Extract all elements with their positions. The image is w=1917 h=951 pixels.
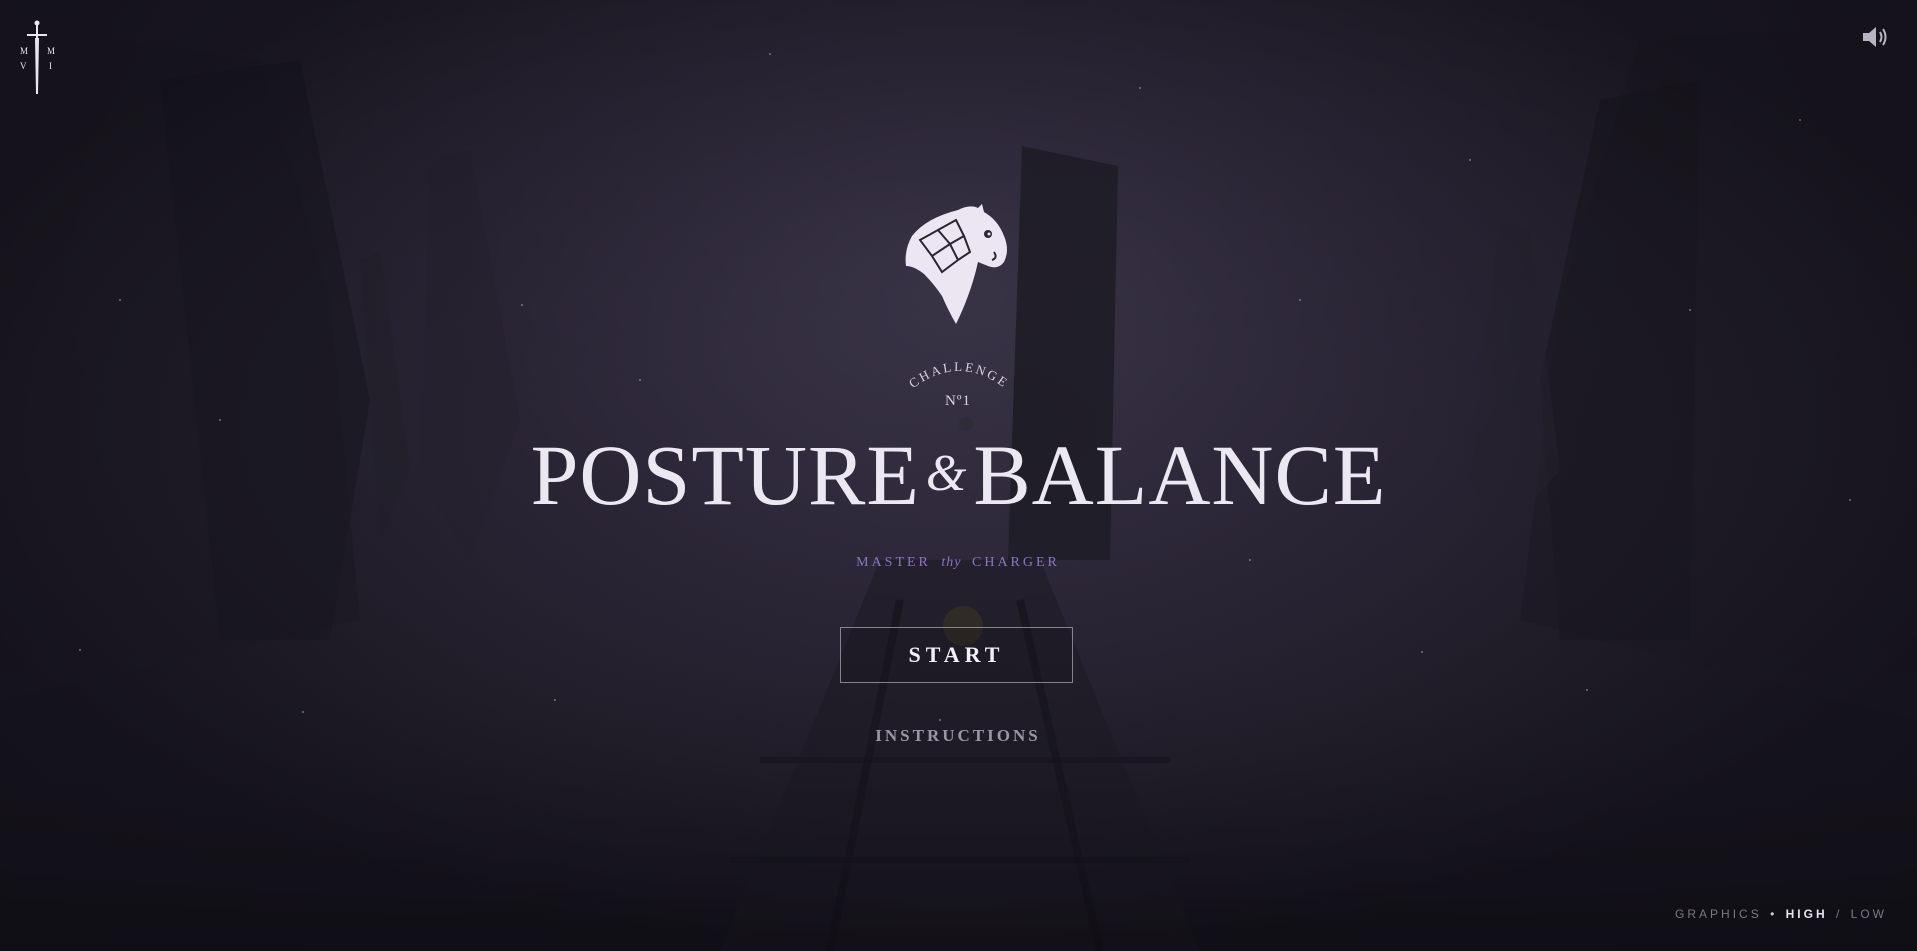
start-button[interactable]: START [840,627,1073,683]
logo-letter-3: V [20,61,27,71]
graphics-high-option[interactable]: HIGH [1786,907,1828,921]
tagline-thy: thy [941,555,962,570]
horse-head-emblem [898,200,1016,330]
graphics-low-option[interactable]: LOW [1851,907,1887,921]
title-word-balance: BALANCE [973,427,1387,523]
horse-head-icon [905,204,1007,324]
sound-toggle-button[interactable] [1861,24,1891,50]
graphics-label: GRAPHICS [1675,907,1762,921]
logo-letter-2: M [47,46,55,56]
graphics-bullet: • [1770,907,1778,921]
tagline-charger: CHARGER [972,555,1060,570]
tagline: MASTER thy CHARGER [758,555,1158,571]
graphics-separator: / [1835,907,1843,921]
title-ampersand: & [925,445,968,502]
logo-letter-1: M [20,46,28,56]
sword-icon: M M V I [20,20,55,94]
challenge-text: CHALLENGE [906,359,1010,391]
logo-letter-4: I [49,61,52,71]
tagline-master: MASTER [856,555,931,570]
site-logo[interactable]: M M V I [14,18,60,98]
graphics-quality-toggle: GRAPHICS • HIGH / LOW [1675,907,1887,921]
instructions-link[interactable]: INSTRUCTIONS [800,726,1116,746]
game-title: POSTURE &BALANCE [520,424,1397,525]
game-title-screen: M M V I CHALLENGE Nº1 POSTURE &BALANCE M… [0,0,1917,951]
title-word-posture: POSTURE [530,427,920,523]
challenge-number: Nº1 [945,393,971,409]
svg-text:CHALLENGE: CHALLENGE [906,359,1012,391]
speaker-icon [1863,27,1887,47]
